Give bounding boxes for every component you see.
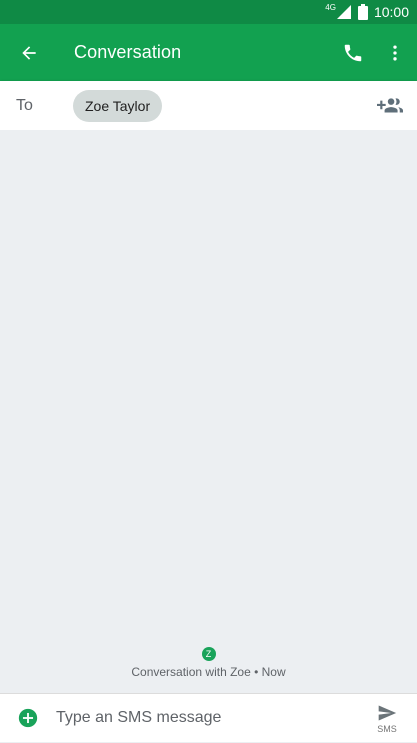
more-options-button[interactable] — [374, 24, 416, 81]
message-input[interactable] — [56, 709, 357, 727]
call-button[interactable] — [332, 24, 374, 81]
send-mode-label: SMS — [377, 723, 397, 734]
send-button[interactable]: SMS — [357, 694, 417, 743]
conversation-info-text: Conversation with Zoe • Now — [131, 665, 286, 679]
status-bar: 4G 10:00 — [0, 0, 417, 24]
avatar: Z — [201, 647, 216, 661]
app-bar: Conversation — [0, 24, 417, 81]
add-people-icon[interactable] — [377, 93, 403, 119]
signal-icon — [336, 5, 351, 19]
compose-bar: SMS — [0, 693, 417, 742]
send-icon — [378, 705, 397, 720]
to-label: To — [16, 96, 33, 114]
add-circle-icon — [18, 708, 38, 728]
back-button[interactable] — [1, 24, 57, 81]
attach-button[interactable] — [0, 694, 56, 743]
recipient-chip[interactable]: Zoe Taylor — [73, 89, 163, 122]
conversation-area[interactable]: Z Conversation with Zoe • Now — [0, 130, 417, 693]
arrow-back-icon — [22, 45, 36, 60]
more-vert-icon — [393, 45, 397, 60]
recipient-bar: To Zoe Taylor — [0, 81, 417, 130]
page-title: Conversation — [74, 42, 182, 62]
conversation-info: Z Conversation with Zoe • Now — [0, 644, 417, 679]
battery-icon — [357, 4, 368, 20]
clock: 10:00 — [373, 4, 409, 20]
phone-icon — [344, 44, 362, 61]
network-type: 4G — [325, 2, 336, 12]
